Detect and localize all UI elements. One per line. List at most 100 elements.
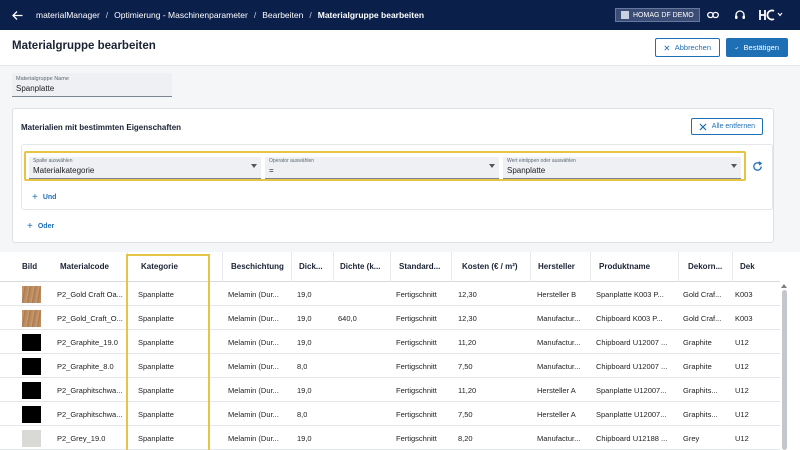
back-arrow-icon[interactable] — [0, 0, 34, 30]
add-and-button[interactable]: + Und — [32, 192, 56, 203]
cell-kosten: 8,20 — [458, 434, 473, 443]
table-row[interactable]: P2_Graphite_19.0 Spanplatte Melamin (Dur… — [0, 330, 780, 354]
table-row[interactable]: P2_Graphitschwa... Spanplatte Melamin (D… — [0, 378, 780, 402]
operator-select-value: = — [269, 166, 274, 175]
properties-card: Materialien mit bestimmten Eigenschaften… — [12, 108, 774, 243]
cell-materialcode: P2_Graphite_8.0 — [57, 362, 114, 371]
cell-materialcode: P2_Gold Craft Oa... — [57, 290, 123, 299]
confirm-label: Bestätigen — [743, 43, 779, 52]
page-header: Materialgruppe bearbeiten Abbrechen Best… — [0, 30, 800, 66]
group-name-value[interactable]: Spanplatte — [16, 84, 168, 93]
operator-select[interactable]: Operator auswählen = — [265, 157, 499, 179]
cell-kosten: 12,30 — [458, 314, 477, 323]
cell-dekorname: Gold Craf... — [683, 290, 722, 299]
cell-standard: Fertigschnitt — [396, 410, 437, 419]
cell-dekor: U12 — [735, 434, 749, 443]
cell-materialcode: P2_Gold_Craft_O... — [57, 314, 123, 323]
column-header-materialcode[interactable]: Materialcode — [60, 262, 109, 271]
column-header-dekorname[interactable]: Dekorn... — [688, 262, 730, 271]
material-thumbnail — [22, 286, 41, 303]
cell-dekorname: Graphits... — [683, 386, 718, 395]
building-icon — [621, 11, 629, 19]
cell-kosten: 12,30 — [458, 290, 477, 299]
cell-standard: Fertigschnitt — [396, 434, 437, 443]
column-header-bild[interactable]: Bild — [22, 262, 37, 271]
column-header-standard[interactable]: Standard... — [399, 262, 445, 271]
breadcrumb-bearbeiten[interactable]: Bearbeiten — [262, 10, 303, 20]
material-thumbnail — [22, 358, 41, 375]
group-name-label: Materialgruppe Name — [16, 76, 69, 82]
chevron-down-icon — [489, 164, 495, 168]
cell-hersteller: Manufactur... — [537, 314, 581, 323]
add-or-button[interactable]: + Oder — [27, 221, 54, 232]
kategorie-column-highlight — [126, 254, 210, 450]
column-header-dicke[interactable]: Dick... — [299, 262, 329, 271]
confirm-button[interactable]: Bestätigen — [726, 38, 788, 57]
cell-hersteller: Manufactur... — [537, 434, 581, 443]
cell-dekor: U12 — [735, 338, 749, 347]
cell-dekorname: Graphits... — [683, 410, 718, 419]
value-select[interactable]: Wert eintippen oder auswählen Spanplatte — [503, 157, 741, 179]
close-icon — [699, 123, 707, 130]
cell-beschichtung: Melamin (Dur... — [228, 362, 279, 371]
cell-dichte: 640,0 — [338, 314, 357, 323]
properties-title: Materialien mit bestimmten Eigenschaften — [21, 123, 182, 132]
scroll-up-arrow-icon[interactable] — [781, 284, 787, 288]
add-or-label: Oder — [37, 223, 55, 230]
cell-hersteller: Manufactur... — [537, 338, 581, 347]
cell-beschichtung: Melamin (Dur... — [228, 386, 279, 395]
cell-standard: Fertigschnitt — [396, 386, 437, 395]
add-and-label: Und — [42, 194, 57, 201]
headset-icon[interactable] — [733, 8, 747, 22]
table-row[interactable]: P2_Gold Craft Oa... Spanplatte Melamin (… — [0, 282, 780, 306]
cell-produktname: Spanplatte K003 P... — [596, 290, 664, 299]
condition-highlight: Spalte auswählen Materialkategorie Opera… — [24, 151, 746, 181]
column-header-dekor[interactable]: Dek — [740, 262, 778, 271]
column-header-dichte[interactable]: Dichte (k... — [340, 262, 386, 271]
column-header-hersteller[interactable]: Hersteller — [538, 262, 575, 271]
cell-dicke: 8,0 — [297, 410, 308, 419]
table-row[interactable]: P2_Graphitschwa... Spanplatte Melamin (D… — [0, 402, 780, 426]
cell-produktname: Spanplatte U12007... — [596, 410, 667, 419]
cell-materialcode: P2_Graphite_19.0 — [57, 338, 118, 347]
tenant-badge[interactable]: HOMAG DF DEMO — [615, 8, 700, 22]
cell-standard: Fertigschnitt — [396, 338, 437, 347]
cell-beschichtung: Melamin (Dur... — [228, 338, 279, 347]
cell-dekorname: Graphite — [683, 362, 712, 371]
column-select-label: Spalte auswählen — [33, 158, 73, 164]
breadcrumb-optimierung[interactable]: Optimierung - Maschinenparameter — [114, 10, 248, 20]
page-title: Materialgruppe bearbeiten — [12, 40, 156, 52]
top-navigation-bar: materialManager / Optimierung - Maschine… — [0, 0, 800, 30]
column-select[interactable]: Spalte auswählen Materialkategorie — [29, 157, 261, 179]
breadcrumb-app[interactable]: materialManager — [36, 10, 100, 20]
table-scrollbar[interactable] — [782, 290, 787, 450]
cell-hersteller: Hersteller A — [537, 386, 576, 395]
cell-materialcode: P2_Graphitschwa... — [57, 386, 123, 395]
cell-dekor: K003 — [735, 290, 753, 299]
homag-logo-icon[interactable] — [758, 8, 784, 22]
group-name-field[interactable]: Materialgruppe Name Spanplatte — [12, 73, 172, 97]
table-row[interactable]: P2_Gold_Craft_O... Spanplatte Melamin (D… — [0, 306, 780, 330]
cancel-label: Abbrechen — [674, 43, 711, 52]
cancel-button[interactable]: Abbrechen — [655, 38, 720, 57]
table-row[interactable]: P2_Grey_19.0 Spanplatte Melamin (Dur... … — [0, 426, 780, 450]
column-header-produktname[interactable]: Produktname — [599, 262, 650, 271]
check-icon — [735, 46, 739, 49]
cell-kosten: 7,50 — [458, 362, 473, 371]
table-row[interactable]: P2_Graphite_8.0 Spanplatte Melamin (Dur.… — [0, 354, 780, 378]
cell-beschichtung: Melamin (Dur... — [228, 290, 279, 299]
cell-dekorname: Graphite — [683, 338, 712, 347]
link-icon[interactable] — [706, 8, 720, 22]
cell-dekor: U12 — [735, 410, 749, 419]
cell-hersteller: Manufactur... — [537, 362, 581, 371]
tenant-name: HOMAG DF DEMO — [633, 11, 694, 19]
column-header-beschichtung[interactable]: Beschichtung — [231, 262, 284, 271]
close-icon — [664, 45, 670, 50]
refresh-icon[interactable] — [752, 159, 764, 171]
cell-dekor: U12 — [735, 362, 749, 371]
cell-hersteller: Hersteller A — [537, 410, 576, 419]
cell-produktname: Chipboard K003 P... — [596, 314, 663, 323]
column-header-kosten[interactable]: Kosten (€ / m²) — [462, 262, 518, 271]
cell-standard: Fertigschnitt — [396, 290, 437, 299]
clear-all-button[interactable]: Alle entfernen — [690, 118, 763, 135]
